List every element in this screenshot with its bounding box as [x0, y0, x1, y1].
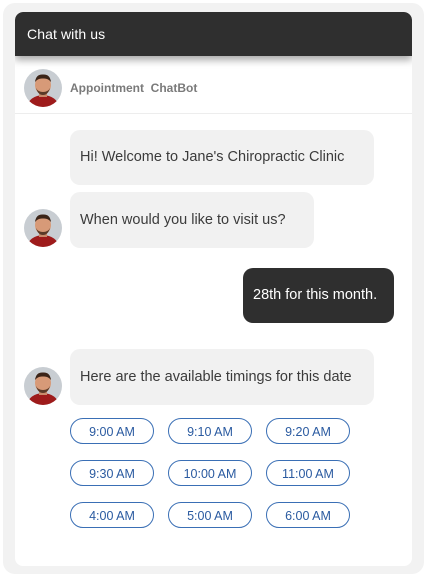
time-slot-button[interactable]: 9:30 AM	[70, 460, 154, 486]
chat-title: Chat with us	[27, 26, 106, 42]
time-slot-button[interactable]: 11:00 AM	[266, 460, 350, 486]
bot-message: Here are the available timings for this …	[70, 349, 374, 405]
bot-message: Hi! Welcome to Jane's Chiropractic Clini…	[70, 130, 374, 185]
user-message: 28th for this month.	[243, 268, 394, 323]
time-slot-button[interactable]: 6:00 AM	[266, 502, 350, 528]
person-avatar-icon	[24, 69, 62, 107]
time-slot-button[interactable]: 9:10 AM	[168, 418, 252, 444]
time-slot-button[interactable]: 10:00 AM	[168, 460, 252, 486]
bot-info-bar: Appointment ChatBot	[15, 67, 412, 114]
bot-avatar	[24, 367, 62, 405]
person-avatar-icon	[24, 367, 62, 405]
time-slot-button[interactable]: 9:20 AM	[266, 418, 350, 444]
bot-name-label: Appointment ChatBot	[70, 81, 198, 95]
bot-avatar	[24, 69, 62, 107]
person-avatar-icon	[24, 209, 62, 247]
bot-avatar	[24, 209, 62, 247]
bot-message: When would you like to visit us?	[70, 192, 314, 248]
chat-widget: Chat with us Appointment ChatBot Hi! Wel…	[15, 12, 412, 566]
time-slot-button[interactable]: 5:00 AM	[168, 502, 252, 528]
chat-header: Chat with us	[15, 12, 412, 56]
time-slot-button[interactable]: 9:00 AM	[70, 418, 154, 444]
time-slot-button[interactable]: 4:00 AM	[70, 502, 154, 528]
